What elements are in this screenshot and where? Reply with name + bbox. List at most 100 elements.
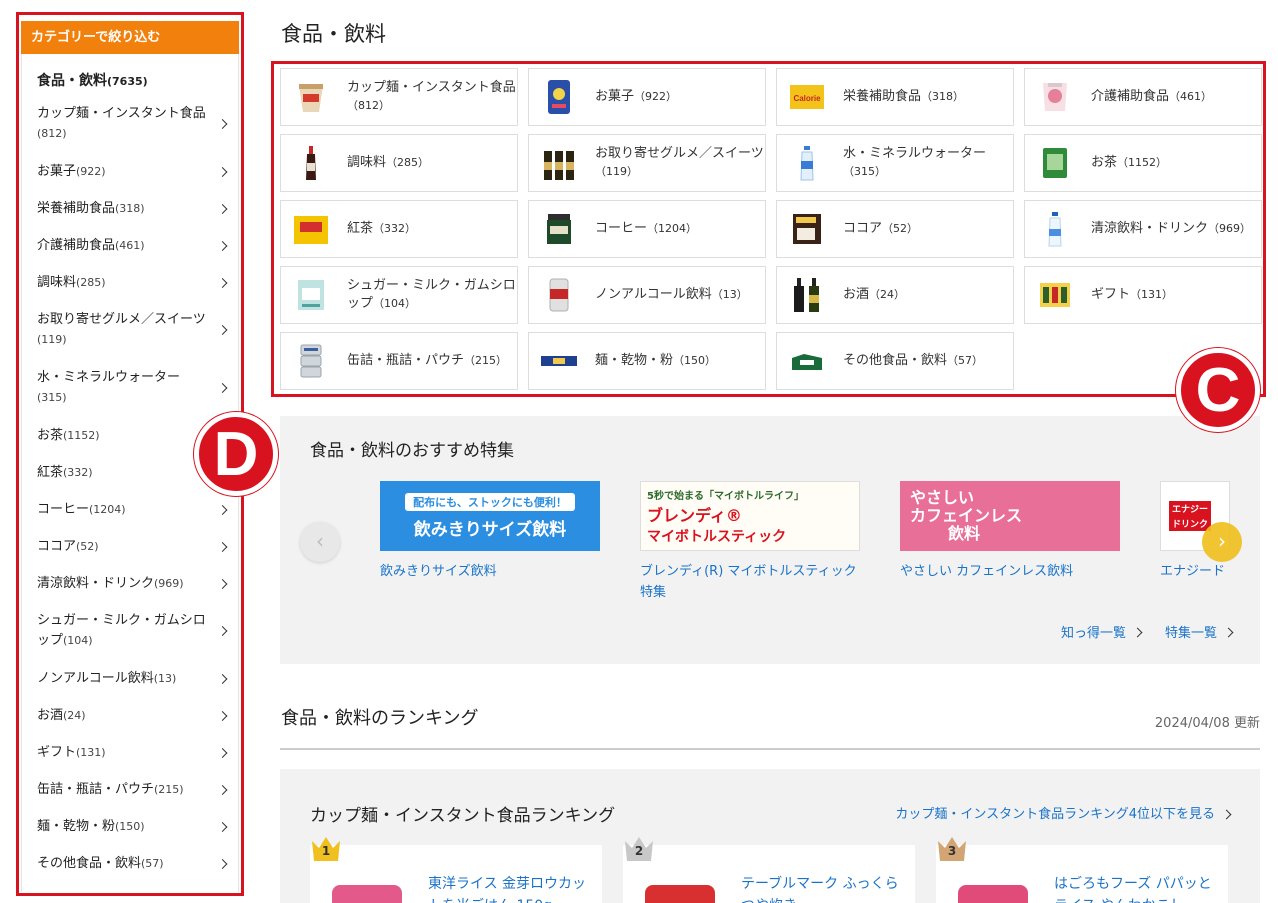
sidebar-root-label: 食品・飲料: [37, 73, 107, 89]
category-card-noodles-dry[interactable]: 麺・乾物・粉（150）: [528, 332, 766, 390]
sidebar-item-label: 介護補助食品: [37, 237, 116, 253]
features-title: 食品・飲料のおすすめ特集: [310, 441, 514, 461]
banner-text: カフェインレス: [910, 506, 1023, 525]
product-image: [332, 885, 402, 903]
sidebar-item-alcohol[interactable]: お酒 (24): [22, 697, 238, 734]
water-bottle-thumbnail: [789, 143, 825, 183]
chevron-right-icon: [1223, 627, 1234, 638]
sidebar-item-label: 麺・乾物・粉: [37, 818, 116, 834]
ranking-more-link[interactable]: カップ麺・インスタント食品ランキング4位以下を見る: [895, 803, 1232, 822]
banner-text: 5秒で始まる「マイボトルライフ」: [647, 490, 804, 502]
category-card-sugar-milk[interactable]: シュガー・ミルク・ガムシロップ（104）: [280, 266, 518, 324]
ranking-product-name[interactable]: 東洋ライス 金芽ロウカットを米ごはん 150g: [428, 873, 588, 903]
category-count: （315）: [843, 165, 886, 178]
sidebar-item-label: 清涼飲料・ドリンク: [37, 575, 155, 591]
chevron-right-icon: [217, 277, 228, 288]
banner-text: 配布にも、ストックにも便利！: [405, 492, 575, 511]
chevron-right-icon: [1132, 627, 1143, 638]
sidebar-item-soft-drinks[interactable]: 清涼飲料・ドリンク (969): [22, 565, 238, 602]
feature-banner-blendy[interactable]: 5秒で始まる「マイボトルライフ」 ブレンディ® マイボトルスティック ブレンディ…: [640, 481, 860, 603]
category-card-black-tea[interactable]: 紅茶（332）: [280, 200, 518, 258]
sidebar-item-sugar-milk[interactable]: シュガー・ミルク・ガムシロップ(104): [22, 602, 238, 660]
blendy-banner-image: 5秒で始まる「マイボトルライフ」 ブレンディ® マイボトルスティック: [640, 481, 860, 551]
sidebar-item-count: (52): [76, 539, 99, 553]
sidebar-item-count: (332): [63, 465, 93, 479]
sidebar-item-water[interactable]: 水・ミネラルウォーター (315): [22, 359, 238, 417]
category-card-gourmet[interactable]: お取り寄せグルメ／スイーツ （119）: [528, 134, 766, 192]
sidebar-item-canned[interactable]: 缶詰・瓶詰・パウチ (215): [22, 771, 238, 808]
feature-caption[interactable]: やさしい カフェインレス飲料: [900, 561, 1120, 582]
category-card-alcohol[interactable]: お酒（24）: [776, 266, 1014, 324]
sidebar-item-label: ココア: [37, 538, 77, 554]
category-card-cocoa[interactable]: ココア（52）: [776, 200, 1014, 258]
chevron-right-icon: [217, 240, 228, 251]
category-card-gift[interactable]: ギフト（131）: [1024, 266, 1262, 324]
category-card-cup-noodles[interactable]: カップ麺・インスタント食品 （812）: [280, 68, 518, 126]
category-count: （922）: [634, 90, 678, 103]
silver-crown-icon: 2: [623, 833, 655, 863]
sidebar-item-count: (315): [37, 391, 67, 404]
ranking-product-name[interactable]: テーブルマーク ふっくらつや炊き: [741, 873, 901, 903]
feature-caption[interactable]: 飲みきりサイズ飲料: [380, 561, 600, 582]
sidebar-item-supplements[interactable]: 栄養補助食品 (318): [22, 190, 238, 227]
knowhow-list-link[interactable]: 知っ得一覧: [1061, 622, 1143, 641]
carousel-next-button[interactable]: ›: [1202, 522, 1242, 562]
feature-banner-decaf[interactable]: やさしい カフェインレス 飲料 やさしい カフェインレス飲料: [900, 481, 1120, 582]
sidebar-item-non-alcohol[interactable]: ノンアルコール飲料 (13): [22, 660, 238, 697]
category-card-water[interactable]: 水・ミネラルウォーター （315）: [776, 134, 1014, 192]
sidebar-item-label: 水・ミネラルウォーター: [37, 370, 181, 385]
ranking-card-3[interactable]: はごろもフーズ パパッとライス やんわかこし: [936, 845, 1228, 903]
chevron-right-icon: [217, 166, 228, 177]
sidebar-item-count: (24): [63, 708, 86, 722]
sidebar-item-coffee[interactable]: コーヒー (1204): [22, 491, 238, 528]
gourmet-bottles-thumbnail: [541, 143, 577, 183]
chevron-right-icon: [217, 203, 228, 214]
product-image: [958, 885, 1028, 903]
category-card-snacks[interactable]: お菓子（922）: [528, 68, 766, 126]
other-food-thumbnail: [789, 341, 825, 381]
chevron-right-icon: [217, 504, 228, 515]
sidebar-item-cocoa[interactable]: ココア (52): [22, 528, 238, 565]
sidebar-item-noodles-dry[interactable]: 麺・乾物・粉 (150): [22, 808, 238, 845]
ranking-card-1[interactable]: 東洋ライス 金芽ロウカットを米ごはん 150g: [310, 845, 602, 903]
category-card-supplements[interactable]: Calorie 栄養補助食品（318）: [776, 68, 1014, 126]
category-label: お取り寄せグルメ／スイーツ: [595, 146, 764, 161]
ranking-date: 2024/04/08: [1154, 716, 1230, 731]
ranking-title: 食品・飲料のランキング: [281, 708, 479, 729]
category-label: ココア: [843, 221, 883, 236]
sidebar-item-gift[interactable]: ギフト (131): [22, 734, 238, 771]
sidebar-item-gourmet[interactable]: お取り寄せグルメ／スイーツ (119): [22, 301, 238, 359]
ranking-product-name[interactable]: はごろもフーズ パパッとライス やんわかこし: [1054, 873, 1214, 903]
sidebar-item-label: カップ麺・インスタント食品: [37, 105, 206, 121]
snack-bag-thumbnail: [541, 77, 577, 117]
category-card-soft-drinks[interactable]: 清涼飲料・ドリンク（969）: [1024, 200, 1262, 258]
category-card-care-food[interactable]: 介護補助食品（461）: [1024, 68, 1262, 126]
category-card-seasoning[interactable]: 調味料（285）: [280, 134, 518, 192]
ranking-card-2[interactable]: テーブルマーク ふっくらつや炊き: [623, 845, 915, 903]
carousel-prev-button[interactable]: ‹: [300, 522, 340, 562]
feature-caption[interactable]: エナジード: [1160, 561, 1230, 582]
product-image: [645, 885, 715, 903]
category-card-tea[interactable]: お茶（1152）: [1024, 134, 1262, 192]
sidebar-item-snacks[interactable]: お菓子 (922): [22, 153, 238, 190]
category-card-coffee[interactable]: コーヒー（1204）: [528, 200, 766, 258]
liquor-bottles-thumbnail: [789, 275, 825, 315]
category-count: （332）: [373, 222, 417, 235]
category-card-non-alcohol[interactable]: ノンアルコール飲料（13）: [528, 266, 766, 324]
feature-banner-single-serve[interactable]: 配布にも、ストックにも便利！ 飲みきりサイズ飲料 飲みきりサイズ飲料: [380, 481, 600, 582]
feature-list-link[interactable]: 特集一覧: [1165, 622, 1234, 641]
category-label: 水・ミネラルウォーター: [843, 146, 987, 161]
annotation-marker-c: C: [1176, 348, 1260, 432]
sidebar-root-category[interactable]: 食品・飲料(7635): [22, 54, 238, 94]
sidebar-item-care-food[interactable]: 介護補助食品 (461): [22, 227, 238, 264]
category-label: お酒: [843, 287, 870, 302]
sidebar-item-cup-noodles[interactable]: カップ麺・インスタント食品 (812): [22, 94, 238, 153]
sidebar-item-other-food[interactable]: その他食品・飲料 (57): [22, 845, 238, 882]
category-card-other-food[interactable]: その他食品・飲料（57）: [776, 332, 1014, 390]
category-card-canned[interactable]: 缶詰・瓶詰・パウチ（215）: [280, 332, 518, 390]
sidebar-item-label: お取り寄せグルメ／スイーツ: [37, 312, 206, 327]
feature-caption[interactable]: ブレンディ(R) マイボトルスティック特集: [640, 561, 860, 603]
category-label: 麺・乾物・粉: [595, 353, 674, 368]
sidebar-item-seasoning[interactable]: 調味料 (285): [22, 264, 238, 301]
ranking-subtitle: カップ麺・インスタント食品ランキング: [310, 806, 616, 826]
